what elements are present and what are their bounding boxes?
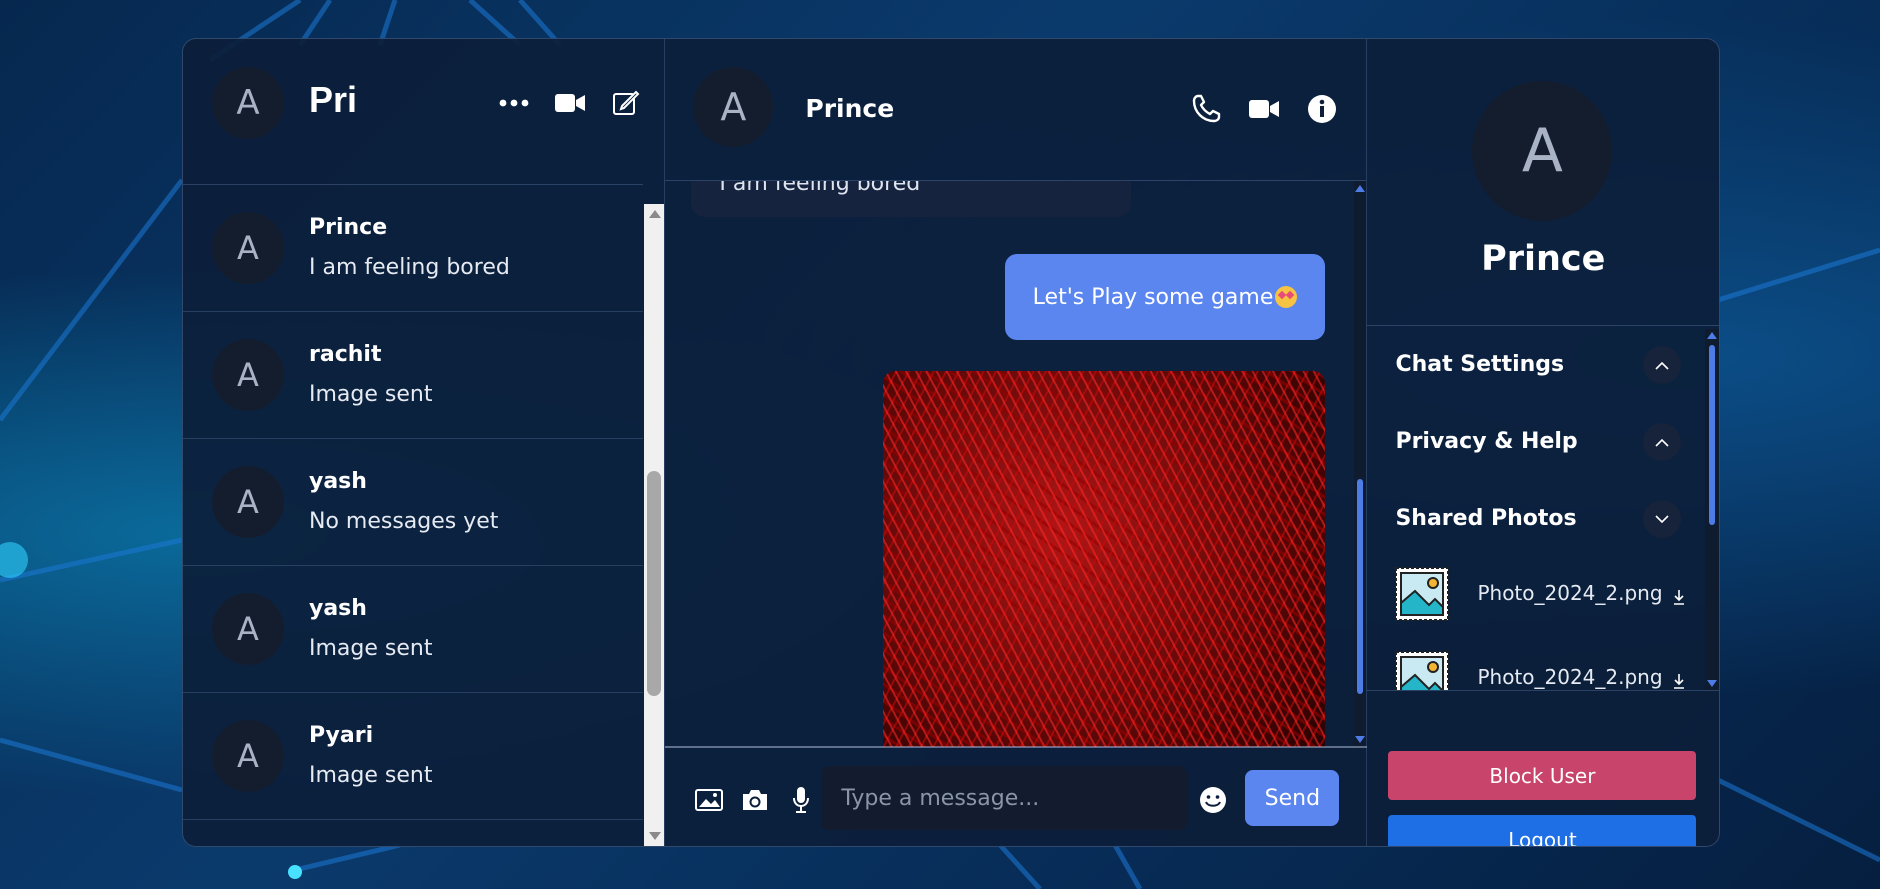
section-chat-settings[interactable]: Chat Settings (1367, 326, 1701, 403)
details-actions: Block User Logout (1367, 690, 1719, 846)
profile-avatar: A (1472, 81, 1613, 221)
last-message: No messages yet (309, 509, 499, 534)
scrollbar-thumb[interactable] (1709, 345, 1715, 525)
more-icon[interactable] (498, 87, 530, 119)
photo-filename: Photo_2024_2.png (1477, 665, 1663, 689)
details-scrollbar[interactable] (1705, 329, 1719, 690)
chat-header: A Prince (665, 39, 1367, 181)
user-avatar[interactable]: A (212, 67, 284, 139)
profile-header: A Prince (1367, 39, 1719, 326)
chat-app-window: A Pri A Prince I am feeling bored A rach… (182, 38, 1720, 847)
message-composer: Send (665, 746, 1368, 846)
section-privacy-help[interactable]: Privacy & Help (1367, 403, 1701, 480)
logout-button[interactable]: Logout (1388, 815, 1697, 846)
shared-photo-item[interactable]: Photo_2024_2.png (1367, 557, 1701, 641)
scroll-up-arrow-icon[interactable] (1707, 332, 1717, 339)
conversation-scrollbar[interactable] (644, 204, 665, 846)
contact-avatar: A (212, 593, 284, 665)
send-button[interactable]: Send (1245, 770, 1340, 826)
sent-message: Let's Play some game (1004, 254, 1326, 340)
scroll-up-arrow-icon[interactable] (649, 210, 662, 218)
chevron-down-icon[interactable] (1643, 500, 1682, 538)
camera-icon[interactable] (739, 784, 771, 816)
contact-avatar: A (212, 466, 284, 538)
composer-tools (693, 784, 817, 816)
conversation-sidebar: A Pri A Prince I am feeling bored A rach… (183, 39, 666, 846)
message-text: I am feeling bored (719, 181, 921, 196)
chat-contact-avatar[interactable]: A (693, 67, 774, 147)
shared-photo-item[interactable]: Photo_2024_2.png (1367, 641, 1701, 690)
microphone-icon[interactable] (785, 784, 817, 816)
last-message: Image sent (309, 382, 433, 407)
last-message: I am feeling bored (309, 255, 510, 280)
received-message: I am feeling bored (691, 181, 1132, 217)
contact-avatar: A (212, 212, 284, 284)
chat-panel: A Prince I am feeling bored Let's Play s… (665, 39, 1368, 846)
section-label: Shared Photos (1395, 506, 1577, 531)
conversation-item[interactable]: A rachit Image sent (183, 312, 643, 439)
details-panel: A Prince Chat Settings Privacy & Help Sh… (1367, 39, 1719, 846)
download-icon[interactable] (1663, 581, 1695, 613)
photo-thumbnail-icon (1395, 567, 1450, 621)
sent-image-message[interactable] (883, 371, 1326, 747)
video-call-icon[interactable] (1248, 93, 1280, 125)
download-icon[interactable] (1663, 665, 1695, 690)
last-message: Image sent (309, 763, 433, 788)
conversation-item[interactable]: A Pyari Image sent (183, 693, 643, 820)
info-icon[interactable] (1306, 93, 1338, 125)
profile-name: Prince (1481, 239, 1606, 279)
user-name: Pri (309, 79, 358, 120)
details-sections: Chat Settings Privacy & Help Shared Phot… (1367, 326, 1701, 690)
sidebar-header: A Pri (183, 39, 664, 184)
message-scrollbar[interactable] (1354, 181, 1367, 747)
message-thread: I am feeling bored Let's Play some game (665, 181, 1367, 747)
scroll-down-arrow-icon[interactable] (1707, 680, 1717, 687)
scroll-up-arrow-icon[interactable] (1355, 185, 1366, 192)
contact-name: yash (309, 596, 367, 621)
contact-name: Pyari (309, 723, 374, 748)
sidebar-actions (498, 87, 642, 119)
block-user-button[interactable]: Block User (1388, 751, 1697, 800)
message-input[interactable] (821, 766, 1188, 830)
section-label: Chat Settings (1395, 352, 1565, 377)
compose-icon[interactable] (610, 87, 642, 119)
contact-name: rachit (309, 342, 382, 367)
video-call-icon[interactable] (554, 87, 586, 119)
conversation-item[interactable]: A yash Image sent (183, 566, 643, 693)
image-icon[interactable] (693, 784, 725, 816)
star-struck-emoji-icon (1275, 286, 1298, 308)
scroll-down-arrow-icon[interactable] (1355, 736, 1366, 743)
scrollbar-thumb[interactable] (647, 471, 662, 696)
chat-contact-name: Prince (805, 94, 895, 123)
scroll-down-arrow-icon[interactable] (649, 832, 662, 840)
emoji-icon[interactable] (1197, 784, 1229, 816)
chat-actions (1190, 93, 1338, 125)
chevron-up-icon[interactable] (1643, 346, 1682, 384)
photo-thumbnail-icon (1395, 651, 1450, 690)
section-label: Privacy & Help (1395, 429, 1578, 454)
scrollbar-thumb[interactable] (1357, 479, 1364, 694)
last-message: Image sent (309, 636, 433, 661)
contact-name: yash (309, 469, 367, 494)
contact-avatar: A (212, 339, 284, 411)
conversation-item[interactable]: A Prince I am feeling bored (183, 185, 643, 312)
photo-filename: Photo_2024_2.png (1477, 581, 1663, 605)
phone-icon[interactable] (1190, 93, 1222, 125)
conversation-list: A Prince I am feeling bored A rachit Ima… (183, 184, 643, 846)
contact-avatar: A (212, 720, 284, 792)
section-shared-photos[interactable]: Shared Photos (1367, 480, 1701, 557)
message-text: Let's Play some game (1032, 284, 1274, 310)
chevron-up-icon[interactable] (1643, 423, 1682, 461)
conversation-item[interactable]: A yash No messages yet (183, 439, 643, 566)
contact-name: Prince (309, 215, 388, 240)
